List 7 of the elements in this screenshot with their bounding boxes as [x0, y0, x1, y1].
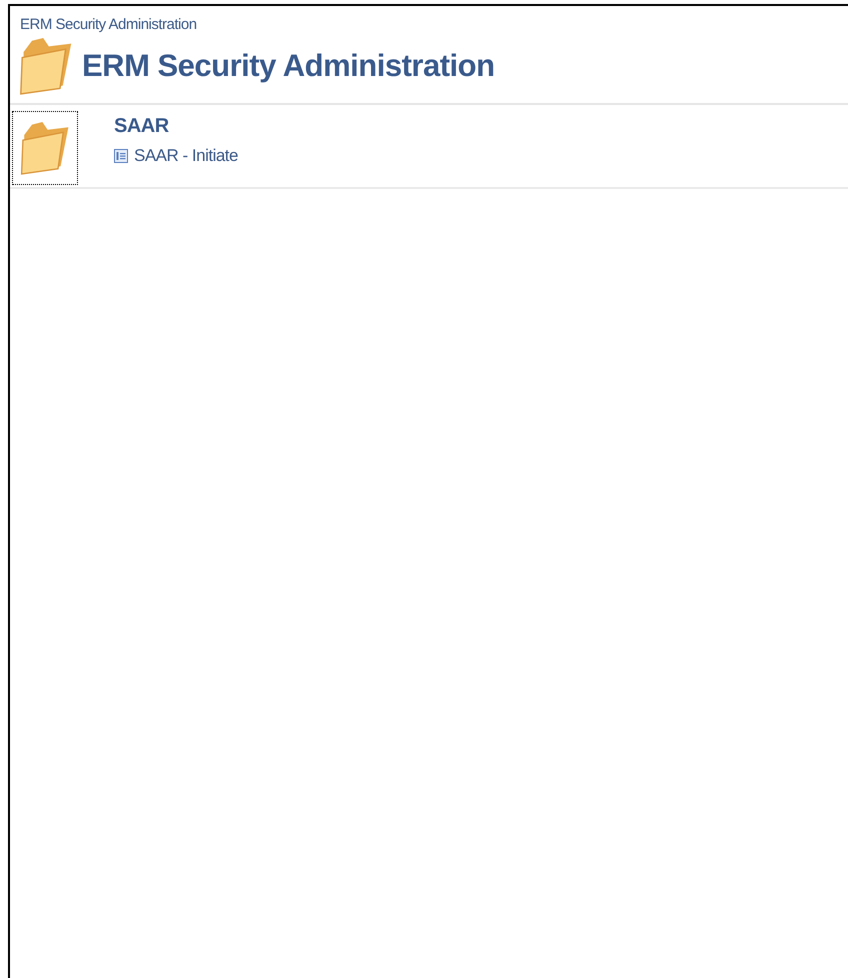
folder-icon — [18, 35, 74, 97]
folder-link[interactable]: SAAR — [114, 115, 238, 138]
breadcrumb: ERM Security Administration — [19, 15, 198, 33]
page-title: ERM Security Administration — [82, 48, 495, 84]
page-link[interactable]: SAAR - Initiate — [134, 146, 238, 166]
page-icon — [114, 149, 128, 163]
folder-icon[interactable] — [12, 111, 78, 185]
